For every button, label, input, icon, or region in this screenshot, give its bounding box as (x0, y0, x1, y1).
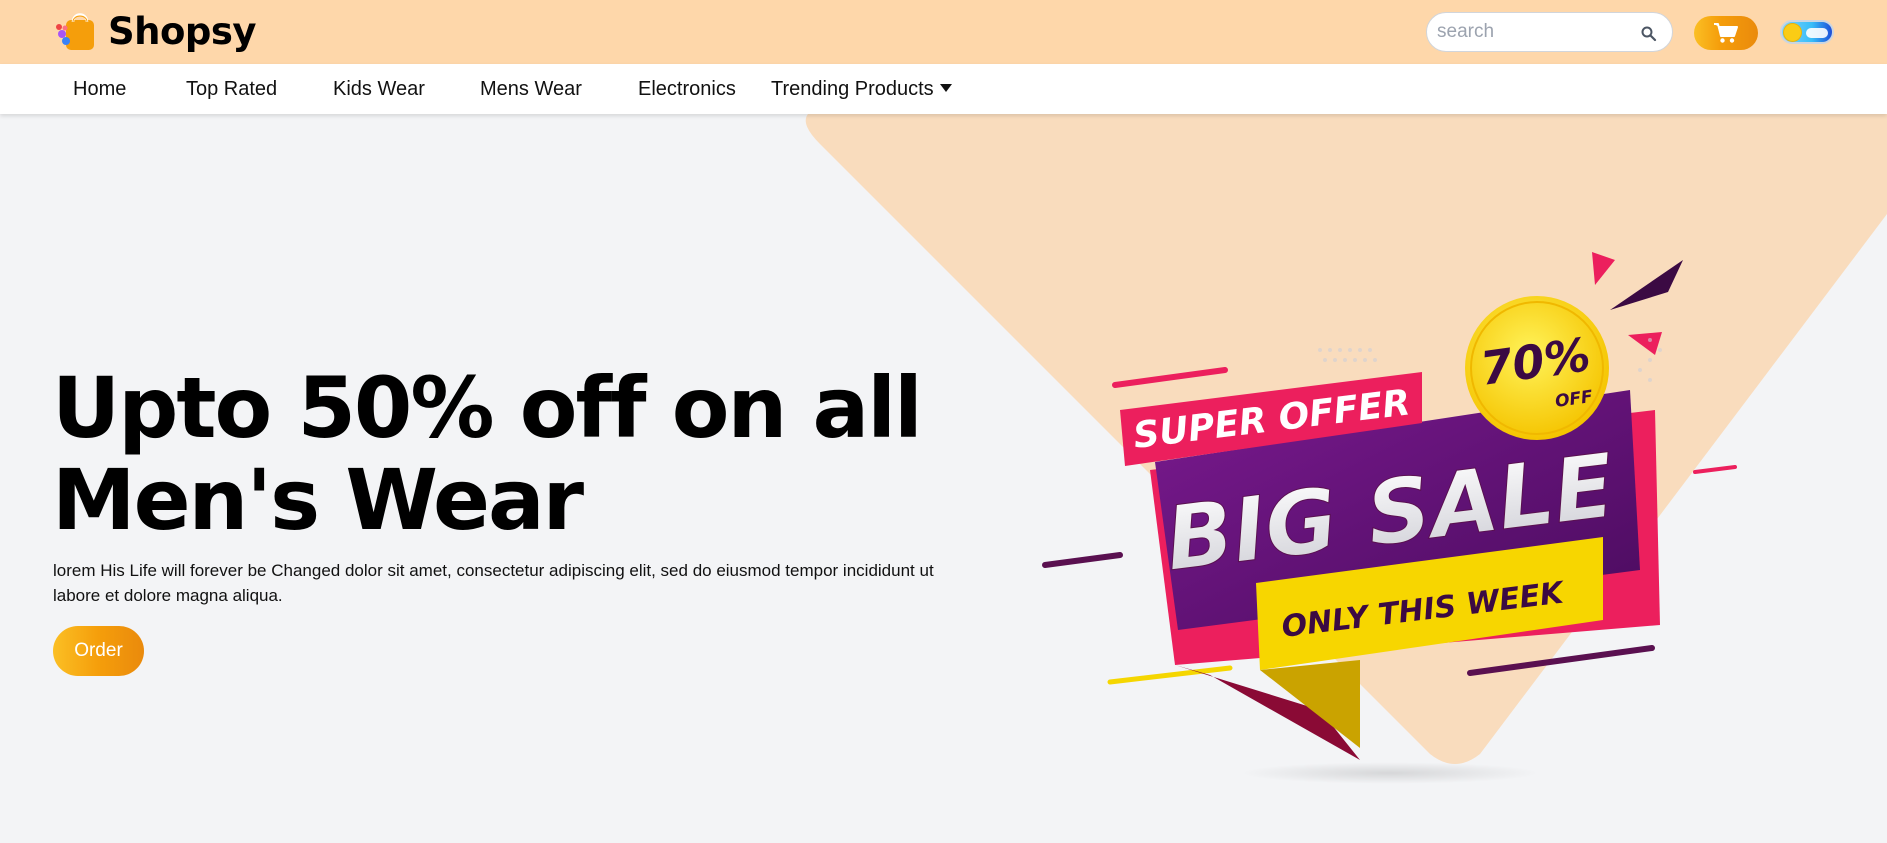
caret-down-icon (939, 84, 952, 92)
nav-item-kids-wear[interactable]: Kids Wear (333, 78, 425, 101)
nav-item-top-rated[interactable]: Top Rated (186, 78, 277, 101)
big-sale-banner: SUPER OFFER BIG SALE ONLY THIS WEEK 70% … (1042, 252, 1737, 760)
nav-item-trending-products[interactable]: Trending Products (771, 78, 952, 101)
hero-description: lorem His Life will forever be Changed d… (53, 561, 934, 605)
main-nav: Home Top Rated Kids Wear Mens Wear Elect… (0, 64, 1887, 114)
hero-title: Upto 50% off on all Men's Wear (52, 362, 952, 546)
search-box[interactable] (1426, 12, 1673, 52)
trending-products-label: Trending Products (771, 78, 934, 100)
hero-title-line1: Upto 50% off on all (52, 359, 923, 457)
brand-name: Shopsy (108, 9, 257, 53)
nav-item-mens-wear[interactable]: Mens Wear (480, 78, 582, 101)
nav-item-electronics[interactable]: Electronics (638, 78, 736, 101)
cart-button[interactable] (1694, 16, 1758, 50)
cart-icon (1714, 23, 1738, 43)
dark-mode-toggle[interactable] (1780, 20, 1834, 44)
search-input[interactable] (1437, 21, 1662, 43)
search-icon[interactable] (1640, 25, 1658, 43)
cloud-icon (1806, 28, 1828, 38)
shopping-bag-logo-icon (56, 13, 94, 50)
brand[interactable]: Shopsy (54, 8, 257, 54)
top-bar: Shopsy (0, 0, 1887, 64)
sun-icon (1784, 24, 1801, 41)
nav-item-home[interactable]: Home (73, 78, 126, 101)
order-button[interactable]: Order (53, 626, 144, 676)
hero-title-line2: Men's Wear (52, 451, 584, 549)
